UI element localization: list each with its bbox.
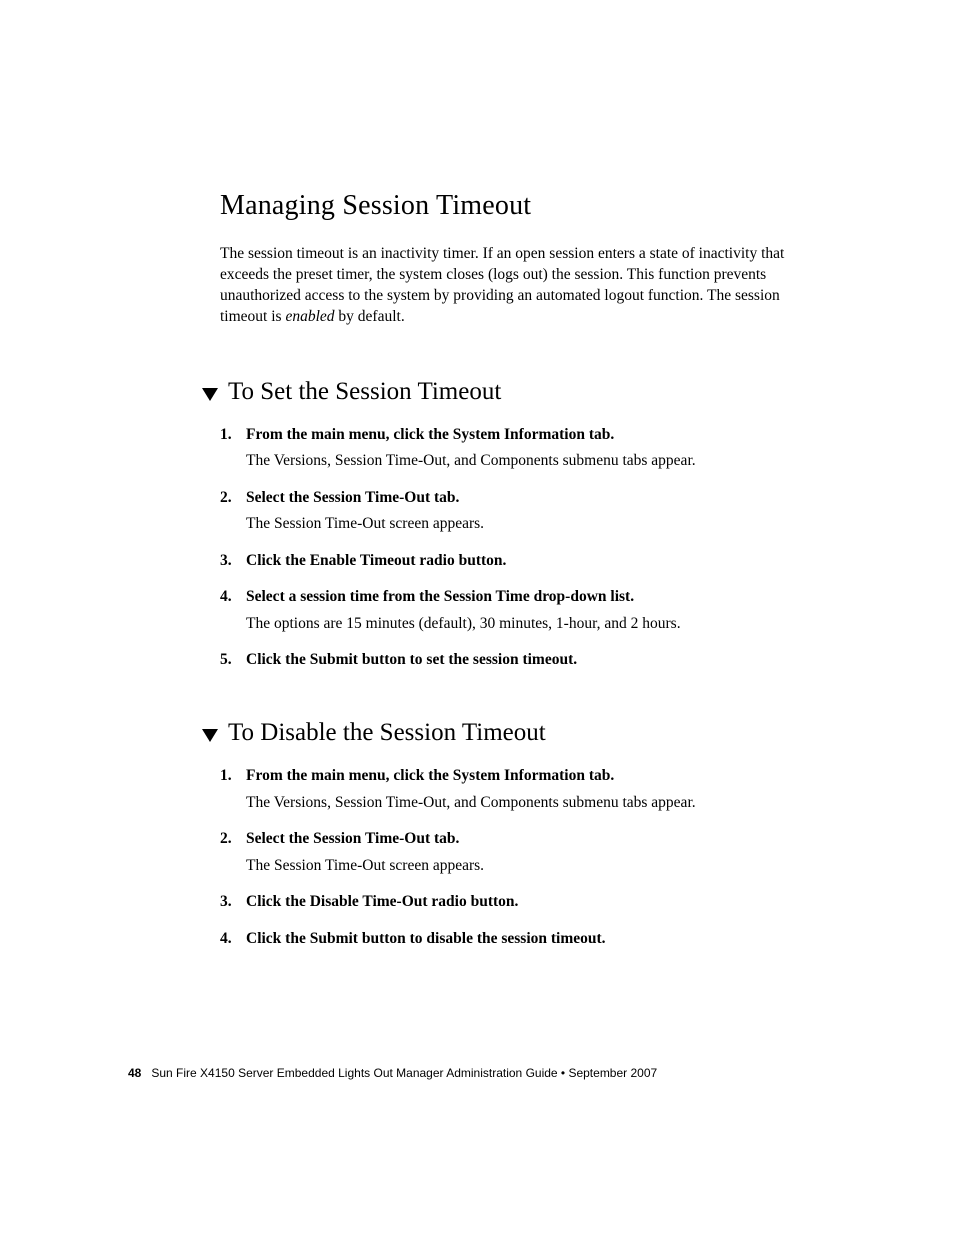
page-footer: 48 Sun Fire X4150 Server Embedded Lights … (128, 1066, 657, 1080)
subsection-set-title: To Set the Session Timeout (228, 378, 501, 406)
footer-text: Sun Fire X4150 Server Embedded Lights Ou… (151, 1066, 657, 1080)
subsection-set-header: To Set the Session Timeout (202, 378, 830, 406)
triangle-down-icon (202, 388, 218, 401)
step-item: Click the Disable Time-Out radio button. (220, 891, 830, 913)
step-head: Select the Session Time-Out tab. (246, 828, 830, 850)
step-item: Select the Session Time-Out tab. The Sess… (220, 828, 830, 877)
subsection-disable-header: To Disable the Session Timeout (202, 719, 830, 747)
step-body: The options are 15 minutes (default), 30… (246, 613, 830, 635)
step-item: Click the Submit button to set the sessi… (220, 649, 830, 671)
step-head: Click the Submit button to disable the s… (246, 928, 830, 950)
step-item: Click the Enable Timeout radio button. (220, 550, 830, 572)
step-item: Select the Session Time-Out tab. The Sess… (220, 487, 830, 536)
step-head: Select a session time from the Session T… (246, 586, 830, 608)
intro-em: enabled (285, 308, 334, 325)
subsection-disable-title: To Disable the Session Timeout (228, 719, 546, 747)
step-head: From the main menu, click the System Inf… (246, 424, 830, 446)
page: Managing Session Timeout The session tim… (0, 0, 954, 1235)
set-steps-list: From the main menu, click the System Inf… (220, 424, 830, 672)
step-head: Select the Session Time-Out tab. (246, 487, 830, 509)
step-body: The Versions, Session Time-Out, and Comp… (246, 792, 830, 814)
intro-text-after: by default. (335, 308, 405, 325)
triangle-down-icon (202, 729, 218, 742)
step-head: Click the Disable Time-Out radio button. (246, 891, 830, 913)
disable-steps-list: From the main menu, click the System Inf… (220, 765, 830, 950)
step-head: Click the Submit button to set the sessi… (246, 649, 830, 671)
step-body: The Session Time-Out screen appears. (246, 855, 830, 877)
step-body: The Session Time-Out screen appears. (246, 513, 830, 535)
step-head: From the main menu, click the System Inf… (246, 765, 830, 787)
section-title: Managing Session Timeout (220, 190, 830, 222)
page-number: 48 (128, 1066, 141, 1080)
step-item: Click the Submit button to disable the s… (220, 928, 830, 950)
step-item: From the main menu, click the System Inf… (220, 424, 830, 473)
step-body: The Versions, Session Time-Out, and Comp… (246, 450, 830, 472)
step-head: Click the Enable Timeout radio button. (246, 550, 830, 572)
content-column: Managing Session Timeout The session tim… (220, 190, 830, 998)
step-item: From the main menu, click the System Inf… (220, 765, 830, 814)
intro-paragraph: The session timeout is an inactivity tim… (220, 244, 830, 328)
step-item: Select a session time from the Session T… (220, 586, 830, 635)
